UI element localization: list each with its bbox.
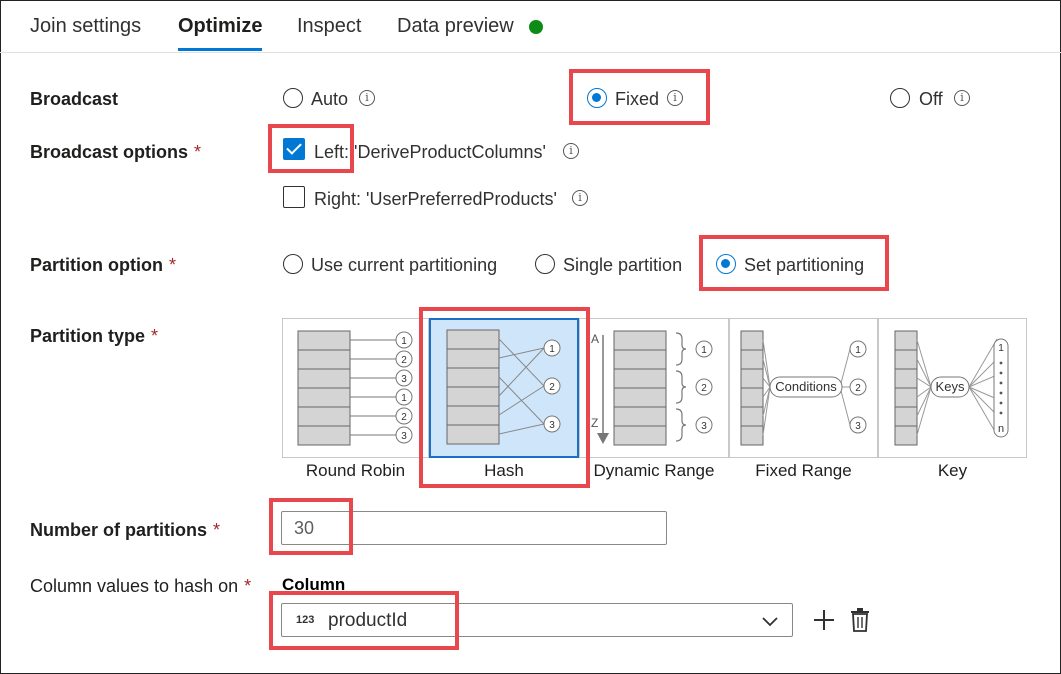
svg-text:2: 2	[549, 382, 555, 393]
partition-type-hash[interactable]: 1 2 3	[429, 318, 579, 458]
integer-type-icon: 123	[296, 614, 315, 626]
svg-text:3: 3	[701, 421, 707, 432]
svg-text:3: 3	[401, 431, 407, 442]
svg-text:2: 2	[401, 412, 407, 423]
svg-text:2: 2	[701, 383, 707, 394]
svg-text:1: 1	[855, 345, 861, 356]
broadcast-right-label[interactable]: Right: 'UserPreferredProducts'	[314, 189, 557, 210]
broadcast-right-checkbox[interactable]	[283, 186, 305, 208]
svg-text:2: 2	[855, 383, 861, 394]
svg-text:Keys: Keys	[936, 379, 965, 394]
key-diagram: Keys 1 n	[894, 330, 1009, 446]
dynamic-range-diagram: A Z 1 2 3	[591, 330, 713, 446]
tab-bar: Join settings Optimize Inspect Data prev…	[0, 0, 1061, 53]
svg-text:n: n	[998, 423, 1004, 435]
partition-type-dynamic-range[interactable]: A Z 1 2 3	[579, 318, 729, 458]
hash-columns-label: Column values to hash on *	[30, 576, 252, 596]
svg-text:3: 3	[401, 374, 407, 385]
partition-type-key[interactable]: Keys 1 n	[878, 318, 1027, 458]
tab-join-settings[interactable]: Join settings	[30, 15, 141, 38]
svg-text:Z: Z	[591, 416, 598, 430]
tab-inspect[interactable]: Inspect	[297, 15, 361, 38]
round-robin-diagram: 1 2 3 1 2 3	[297, 330, 413, 446]
partition-type-round-robin[interactable]: 1 2 3 1 2 3	[282, 318, 429, 458]
partition-set-label[interactable]: Set partitioning	[744, 255, 864, 276]
broadcast-fixed-label[interactable]: Fixed	[615, 89, 659, 110]
column-header: Column	[282, 575, 346, 594]
fixed-range-diagram: Conditions 1 2 3	[740, 330, 867, 446]
info-icon: i	[954, 90, 970, 106]
status-dot-icon	[529, 20, 543, 34]
partition-option-label: Partition option *	[30, 255, 176, 275]
broadcast-options-label: Broadcast options *	[30, 142, 202, 162]
partition-current-label[interactable]: Use current partitioning	[311, 255, 497, 276]
partition-type-fixed-range-label: Fixed Range	[755, 461, 852, 480]
tab-optimize[interactable]: Optimize	[178, 15, 262, 38]
partition-type-fixed-range[interactable]: Conditions 1 2 3	[729, 318, 878, 458]
delete-icon[interactable]	[850, 608, 870, 632]
broadcast-auto-radio[interactable]	[283, 88, 303, 108]
broadcast-off-label[interactable]: Off	[919, 89, 943, 110]
tab-data-preview[interactable]: Data preview	[397, 15, 514, 38]
broadcast-label: Broadcast	[30, 89, 119, 109]
active-tab-indicator	[178, 48, 262, 51]
info-icon: i	[667, 90, 683, 106]
partition-current-radio[interactable]	[283, 254, 303, 274]
broadcast-left-label[interactable]: Left: 'DeriveProductColumns'	[314, 142, 546, 163]
svg-text:1: 1	[401, 393, 407, 404]
svg-text:1: 1	[998, 343, 1004, 354]
partition-single-radio[interactable]	[535, 254, 555, 274]
hash-column-value: productId	[328, 610, 408, 631]
info-icon: i	[563, 143, 579, 159]
num-partitions-input[interactable]: 30	[281, 511, 667, 545]
svg-text:1: 1	[701, 345, 707, 356]
info-icon: i	[359, 90, 375, 106]
svg-text:A: A	[591, 332, 599, 346]
svg-text:2: 2	[401, 355, 407, 366]
broadcast-off-radio[interactable]	[890, 88, 910, 108]
partition-single-label[interactable]: Single partition	[563, 255, 682, 276]
svg-text:3: 3	[549, 420, 555, 431]
add-icon[interactable]	[813, 609, 835, 631]
partition-type-key-label: Key	[937, 461, 968, 480]
hash-column-select[interactable]: 123 productId	[281, 603, 793, 637]
partition-type-dynamic-range-label: Dynamic Range	[593, 461, 715, 480]
broadcast-fixed-radio[interactable]	[587, 88, 607, 108]
hash-diagram: 1 2 3	[446, 329, 561, 445]
info-icon: i	[572, 190, 588, 206]
chevron-down-icon[interactable]	[760, 611, 780, 631]
partition-set-radio[interactable]	[716, 254, 736, 274]
partition-type-label: Partition type *	[30, 326, 159, 346]
broadcast-auto-label[interactable]: Auto	[311, 89, 348, 110]
svg-text:1: 1	[401, 336, 407, 347]
broadcast-left-checkbox[interactable]	[283, 138, 305, 160]
num-partitions-label: Number of partitions *	[30, 520, 221, 540]
svg-text:3: 3	[855, 421, 861, 432]
partition-type-hash-label: Hash	[484, 461, 524, 480]
svg-text:Conditions: Conditions	[775, 379, 837, 394]
svg-text:1: 1	[549, 344, 555, 355]
partition-type-round-robin-label: Round Robin	[305, 461, 406, 480]
